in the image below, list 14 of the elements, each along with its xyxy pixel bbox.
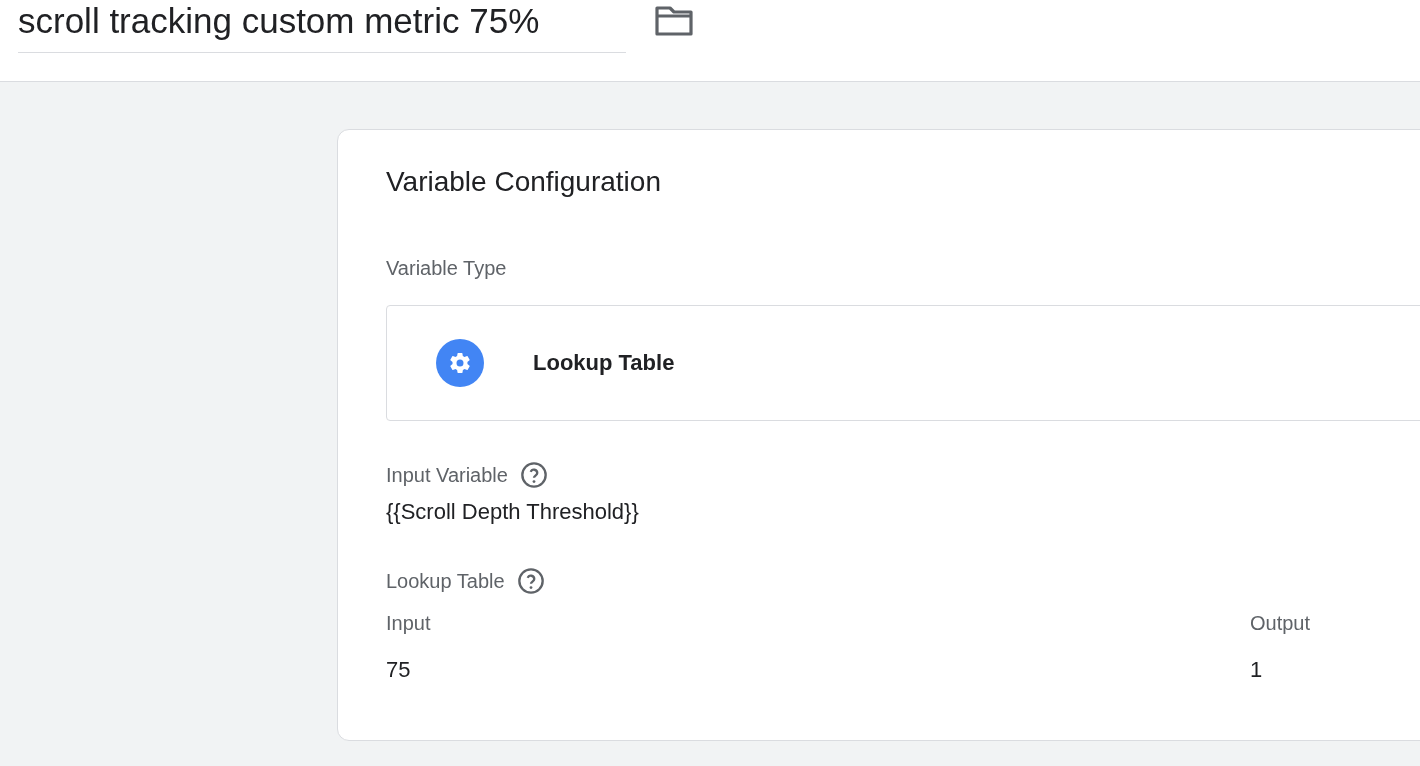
section-label: Variable Type [386, 257, 507, 279]
folder-icon[interactable] [654, 4, 694, 38]
column-header: Input [386, 612, 431, 634]
gear-icon [435, 338, 485, 388]
table-cell: 75 [386, 657, 411, 682]
field-label: Input Variable [386, 463, 508, 488]
input-variable-value: {{Scroll Depth Threshold}} [386, 498, 640, 526]
field-label: Lookup Table [386, 569, 505, 594]
column-header: Output [1250, 612, 1311, 634]
table-cell: 1 [1250, 657, 1263, 682]
card-title: Variable Configuration [386, 165, 661, 199]
variable-type-card[interactable]: Lookup Table [386, 305, 1420, 421]
help-icon[interactable] [516, 567, 545, 595]
help-icon[interactable] [519, 461, 548, 489]
